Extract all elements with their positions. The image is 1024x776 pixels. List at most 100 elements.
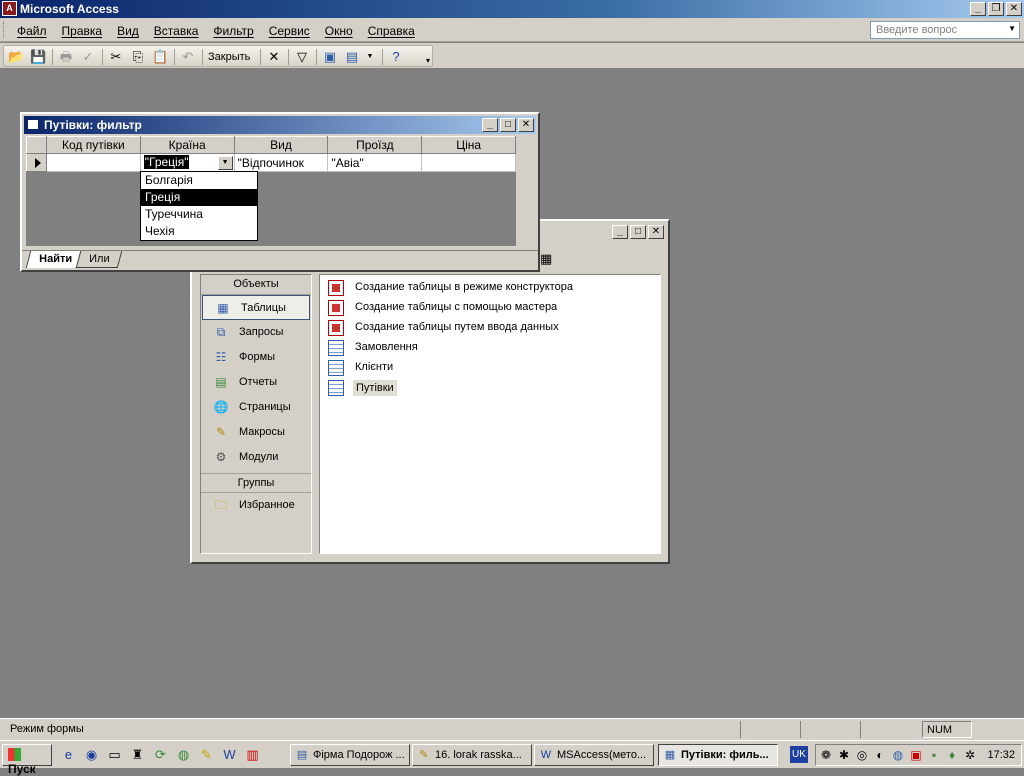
list-item[interactable]: Путівки: [320, 378, 660, 398]
cell-proizd[interactable]: "Авіа": [327, 153, 423, 172]
object-modules[interactable]: ⚙ Модули: [201, 445, 311, 470]
filter-window-titlebar[interactable]: Путівки: фильтр _ □ ✕: [24, 116, 536, 134]
access-app-icon[interactable]: A: [2, 1, 17, 16]
language-indicator[interactable]: UK: [790, 746, 808, 763]
quicklaunch-winrar-icon[interactable]: ▥: [244, 746, 261, 763]
filter-maximize-button[interactable]: □: [500, 118, 516, 132]
dropdown-option[interactable]: Болгарія: [141, 172, 257, 189]
cell-cina[interactable]: [421, 153, 516, 172]
dropdown-option[interactable]: Туреччина: [141, 206, 257, 223]
combo-dropdown-button[interactable]: ▼: [217, 156, 233, 170]
app-titlebar[interactable]: A Microsoft Access _ ❐ ✕: [0, 0, 1024, 18]
clock[interactable]: 17:32: [987, 749, 1015, 761]
dropdown-option[interactable]: Чехія: [141, 223, 257, 240]
column-header[interactable]: Вид: [233, 136, 329, 154]
print-icon[interactable]: 🖶: [58, 49, 74, 65]
quicklaunch-ie-icon[interactable]: e: [60, 746, 77, 763]
tab-or[interactable]: Или: [75, 251, 123, 268]
db-maximize-button[interactable]: □: [630, 225, 646, 239]
toolbar-options-icon[interactable]: ▾: [420, 53, 436, 69]
open-icon[interactable]: 📂: [8, 49, 24, 65]
restore-button[interactable]: ❐: [988, 2, 1004, 16]
column-header[interactable]: Проїзд: [327, 136, 423, 154]
cell-kraina-value[interactable]: "Греція": [143, 155, 190, 169]
cell-kod[interactable]: [45, 153, 141, 172]
object-tables[interactable]: ▦ Таблицы: [202, 295, 310, 320]
object-macros[interactable]: ✎ Макросы: [201, 420, 311, 445]
list-item[interactable]: Замовлення: [320, 338, 660, 358]
tray-volume-icon[interactable]: ◐: [873, 748, 887, 762]
tray-bug-icon[interactable]: ✲: [963, 748, 977, 762]
paste-icon[interactable]: 📋: [152, 49, 168, 65]
help-icon[interactable]: ?: [388, 49, 404, 65]
minimize-button[interactable]: _: [970, 2, 986, 16]
menu-window[interactable]: Окно: [325, 24, 353, 38]
select-all-cell[interactable]: [26, 136, 47, 154]
delete-icon[interactable]: ✕: [266, 49, 282, 65]
menu-view[interactable]: Вид: [117, 24, 139, 38]
task-button[interactable]: ▤ Фірма Подорож ...: [290, 744, 410, 766]
close-toolbar-button[interactable]: Закрыть: [208, 51, 250, 63]
start-button[interactable]: Пуск: [2, 744, 52, 776]
menu-edit[interactable]: Правка: [62, 24, 103, 38]
record-selector[interactable]: [26, 153, 47, 172]
list-item[interactable]: Клієнти: [320, 358, 660, 378]
group-favorites[interactable]: 🗀 Избранное: [201, 493, 311, 518]
tray-app-icon[interactable]: ✱: [837, 748, 851, 762]
menu-file[interactable]: Файл: [17, 24, 47, 38]
db-close-button[interactable]: ✕: [648, 225, 664, 239]
menubar-grip[interactable]: [3, 22, 6, 38]
quicklaunch-app-icon[interactable]: ♜: [129, 746, 146, 763]
groups-header[interactable]: Группы: [201, 473, 311, 493]
quicklaunch-desktop-icon[interactable]: ▭: [106, 746, 123, 763]
filter-close-button[interactable]: ✕: [518, 118, 534, 132]
details-view-icon[interactable]: ▦: [540, 251, 552, 267]
apply-filter-icon[interactable]: ▽: [294, 49, 310, 65]
cut-icon[interactable]: ✂: [108, 49, 124, 65]
chevron-down-icon[interactable]: ▼: [1008, 24, 1016, 33]
tray-globe-icon[interactable]: ◍: [891, 748, 905, 762]
objects-header[interactable]: Объекты: [201, 275, 311, 295]
tray-antivirus-icon[interactable]: ▣: [909, 748, 923, 762]
cell-vyd[interactable]: "Відпочинок: [233, 153, 329, 172]
menu-tools[interactable]: Сервис: [269, 24, 310, 38]
task-button[interactable]: W MSAccess(мето...: [534, 744, 654, 766]
close-button[interactable]: ✕: [1006, 2, 1022, 16]
object-queries[interactable]: ⧉ Запросы: [201, 320, 311, 345]
menu-help[interactable]: Справка: [368, 24, 415, 38]
list-item[interactable]: Создание таблицы с помощью мастера: [320, 298, 660, 318]
filter-minimize-button[interactable]: _: [482, 118, 498, 132]
database-window-icon[interactable]: ▣: [322, 49, 338, 65]
column-header[interactable]: Країна: [139, 136, 235, 154]
quicklaunch-globe-icon[interactable]: ◍: [175, 746, 192, 763]
new-object-dropdown-icon[interactable]: ▼: [362, 49, 378, 65]
db-minimize-button[interactable]: _: [612, 225, 628, 239]
copy-icon[interactable]: ⎘: [130, 49, 146, 65]
country-dropdown-list[interactable]: Болгарія Греція Туреччина Чехія: [140, 171, 258, 241]
object-reports[interactable]: ▤ Отчеты: [201, 370, 311, 395]
menu-insert[interactable]: Вставка: [154, 24, 199, 38]
tray-update-icon[interactable]: ♦: [945, 748, 959, 762]
dropdown-option-selected[interactable]: Греція: [141, 189, 257, 206]
quicklaunch-word-icon[interactable]: W: [221, 746, 238, 763]
filter-window[interactable]: Путівки: фильтр _ □ ✕ Код путівки Країна…: [20, 112, 540, 272]
tray-settings-icon[interactable]: ❁: [819, 748, 833, 762]
spelling-icon[interactable]: ✓: [80, 49, 96, 65]
cell-kraina-combo[interactable]: "Греція" ▼: [139, 153, 235, 172]
quicklaunch-browser-icon[interactable]: ◉: [83, 746, 100, 763]
list-item[interactable]: Создание таблицы в режиме конструктора: [320, 278, 660, 298]
object-pages[interactable]: 🌐 Страницы: [201, 395, 311, 420]
save-icon[interactable]: 💾: [30, 49, 46, 65]
column-header[interactable]: Код путівки: [45, 136, 141, 154]
task-button-active[interactable]: ▦ Путівки: филь...: [658, 744, 778, 766]
list-item[interactable]: Создание таблицы путем ввода данных: [320, 318, 660, 338]
menu-filter[interactable]: Фильтр: [213, 24, 253, 38]
tray-network-icon[interactable]: ◎: [855, 748, 869, 762]
undo-icon[interactable]: ↶: [180, 49, 196, 65]
quicklaunch-sync-icon[interactable]: ⟳: [152, 746, 169, 763]
column-header[interactable]: Ціна: [421, 136, 516, 154]
new-object-icon[interactable]: ▤: [344, 49, 360, 65]
task-button[interactable]: ✎ 16. lorak rasska...: [412, 744, 532, 766]
object-forms[interactable]: ☷ Формы: [201, 345, 311, 370]
tray-monitor-icon[interactable]: ▪: [927, 748, 941, 762]
